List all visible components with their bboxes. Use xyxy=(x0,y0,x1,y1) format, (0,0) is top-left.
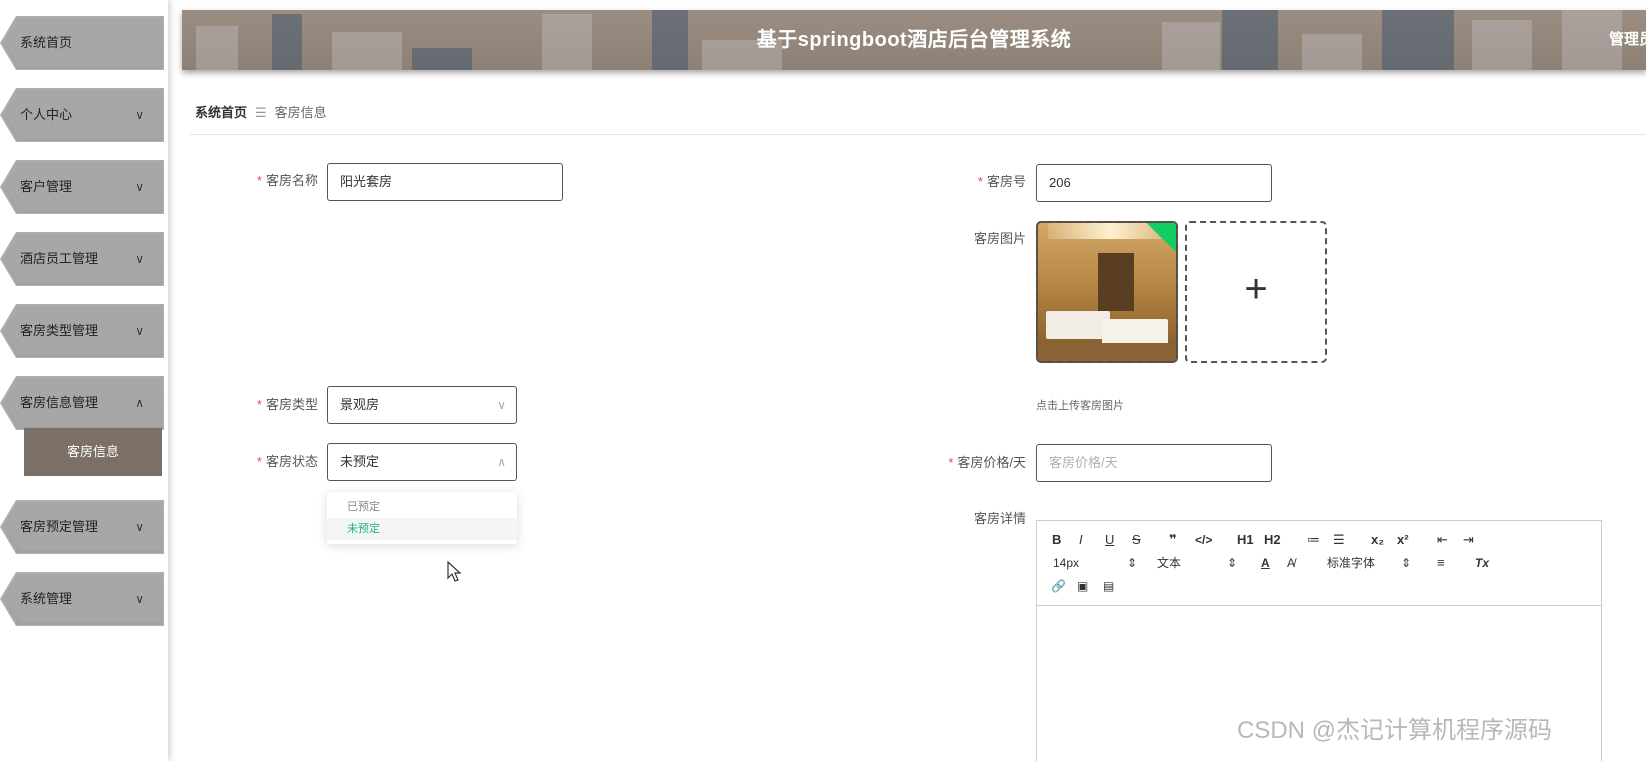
strikethrough-icon[interactable]: S xyxy=(1132,530,1141,550)
code-block-icon[interactable]: </> xyxy=(1195,530,1212,550)
sidebar-item-reservation-management[interactable]: 客房预定管理 ∨ xyxy=(0,500,164,554)
room-no-label: * 客房号 xyxy=(977,174,1026,189)
divider xyxy=(190,134,1646,135)
image-upload-button[interactable]: + xyxy=(1185,221,1327,363)
font-color-icon[interactable]: A xyxy=(1261,553,1270,573)
background-color-icon[interactable]: A̸ xyxy=(1287,553,1295,573)
sidebar-item-room-type-management[interactable]: 客房类型管理 ∨ xyxy=(0,304,164,358)
chevron-down-icon: ∨ xyxy=(135,520,144,534)
room-status-select[interactable]: 未预定 ∧ xyxy=(327,443,517,481)
header-format-select[interactable]: 文本 xyxy=(1157,553,1181,573)
header-banner: 基于springboot酒店后台管理系统 管理员 xyxy=(182,10,1646,70)
chevron-up-icon: ∧ xyxy=(497,455,506,469)
plus-icon: + xyxy=(1244,267,1268,311)
room-type-label: * 客房类型 xyxy=(256,397,318,412)
sidebar-item-system-management[interactable]: 系统管理 ∨ xyxy=(0,572,164,626)
app-title: 基于springboot酒店后台管理系统 xyxy=(756,29,1072,51)
blockquote-icon[interactable]: ❞ xyxy=(1169,530,1177,550)
heading1-icon[interactable]: H1 xyxy=(1237,530,1254,550)
bullet-list-icon[interactable]: ☰ xyxy=(1333,530,1345,550)
sidebar-item-staff-management[interactable]: 酒店员工管理 ∨ xyxy=(0,232,164,286)
sidebar-item-room-info-management[interactable]: 客房信息管理 ∧ xyxy=(0,376,164,430)
room-name-input[interactable]: 阳光套房 xyxy=(327,163,563,201)
dropdown-option-booked[interactable]: 已预定 xyxy=(327,496,517,518)
indent-icon[interactable]: ⇥ xyxy=(1463,530,1474,550)
subscript-icon[interactable]: x₂ xyxy=(1371,530,1384,550)
breadcrumb-home[interactable]: 系统首页 xyxy=(195,105,247,120)
editor-toolbar: B I U S ❞ </> H1 H2 ≔ ☰ x₂ x² ⇤ ⇥ 14px ⇕… xyxy=(1037,521,1601,606)
italic-icon[interactable]: I xyxy=(1079,530,1083,550)
room-type-value: 景观房 xyxy=(340,397,380,412)
sidebar-item-personal-center[interactable]: 个人中心 ∨ xyxy=(0,88,164,142)
font-family-select[interactable]: 标准字体 xyxy=(1327,553,1375,573)
image-icon[interactable]: ▣ xyxy=(1077,576,1088,596)
sidebar-item-label: 系统管理 xyxy=(20,591,73,606)
sidebar-item-label: 客户管理 xyxy=(20,179,73,194)
ordered-list-icon[interactable]: ≔ xyxy=(1307,530,1320,550)
room-no-input[interactable]: 206 xyxy=(1036,164,1272,202)
chevron-down-icon: ∨ xyxy=(135,324,144,338)
sidebar-item-label: 客房类型管理 xyxy=(20,323,99,338)
chevron-down-icon: ∨ xyxy=(135,180,144,194)
upload-tip: 点击上传客房图片 xyxy=(1036,400,1124,412)
superscript-icon[interactable]: x² xyxy=(1397,530,1409,550)
room-type-select[interactable]: 景观房 ∨ xyxy=(327,386,517,424)
link-icon[interactable]: 🔗 xyxy=(1051,576,1066,596)
bold-icon[interactable]: B xyxy=(1052,530,1061,550)
sidebar-item-customer-management[interactable]: 客户管理 ∨ xyxy=(0,160,164,214)
room-status-label: * 客房状态 xyxy=(256,454,318,469)
sidebar-item-label: 客房预定管理 xyxy=(20,519,99,534)
sidebar-item-label: 个人中心 xyxy=(20,107,73,122)
room-photo-thumbnail[interactable] xyxy=(1036,221,1178,363)
room-status-dropdown: 已预定 未预定 xyxy=(327,492,517,544)
sidebar-item-home[interactable]: 系统首页 xyxy=(0,16,164,70)
heading2-icon[interactable]: H2 xyxy=(1264,530,1281,550)
breadcrumb-separator-icon: ☰ xyxy=(255,105,267,120)
underline-icon[interactable]: U xyxy=(1105,530,1114,550)
font-size-arrow-icon: ⇕ xyxy=(1127,556,1138,570)
sidebar-subitem-room-info[interactable]: 客房信息 xyxy=(24,428,162,476)
admin-user-label[interactable]: 管理员 xyxy=(1609,10,1646,70)
room-price-input[interactable]: 客房价格/天 xyxy=(1036,444,1272,482)
header-format-arrow-icon: ⇕ xyxy=(1227,556,1238,570)
sidebar: 系统首页 个人中心 ∨ 客户管理 ∨ 酒店员工管理 ∨ 客房类型管理 ∨ 客房信… xyxy=(0,0,168,761)
dropdown-option-not-booked[interactable]: 未预定 xyxy=(327,518,517,540)
room-name-label: * 客房名称 xyxy=(256,173,318,188)
sidebar-item-label: 酒店员工管理 xyxy=(20,251,99,266)
room-status-value: 未预定 xyxy=(340,454,380,469)
clear-format-icon[interactable]: Tx xyxy=(1475,553,1489,573)
chevron-down-icon: ∨ xyxy=(135,252,144,266)
chevron-down-icon: ∨ xyxy=(135,108,144,122)
sidebar-item-label: 系统首页 xyxy=(20,35,73,50)
sidebar-item-label: 客房信息管理 xyxy=(20,395,99,410)
video-icon[interactable]: ▤ xyxy=(1103,576,1114,596)
room-detail-label: 客房详情 xyxy=(973,511,1026,526)
font-family-arrow-icon: ⇕ xyxy=(1401,556,1412,570)
align-icon[interactable]: ≡ xyxy=(1437,553,1445,573)
outdent-icon[interactable]: ⇤ xyxy=(1437,530,1448,550)
breadcrumb: 系统首页 ☰ 客房信息 xyxy=(195,103,327,123)
font-size-select[interactable]: 14px xyxy=(1053,553,1079,573)
watermark: CSDN @杰记计算机程序源码 xyxy=(1237,717,1553,744)
chevron-up-icon: ∧ xyxy=(135,396,144,410)
room-image-label: 客房图片 xyxy=(973,231,1026,246)
breadcrumb-current: 客房信息 xyxy=(274,105,327,120)
chevron-down-icon: ∨ xyxy=(135,592,144,606)
room-price-label: * 客房价格/天 xyxy=(948,455,1026,470)
chevron-down-icon: ∨ xyxy=(497,398,506,412)
mouse-cursor-icon xyxy=(447,561,462,582)
